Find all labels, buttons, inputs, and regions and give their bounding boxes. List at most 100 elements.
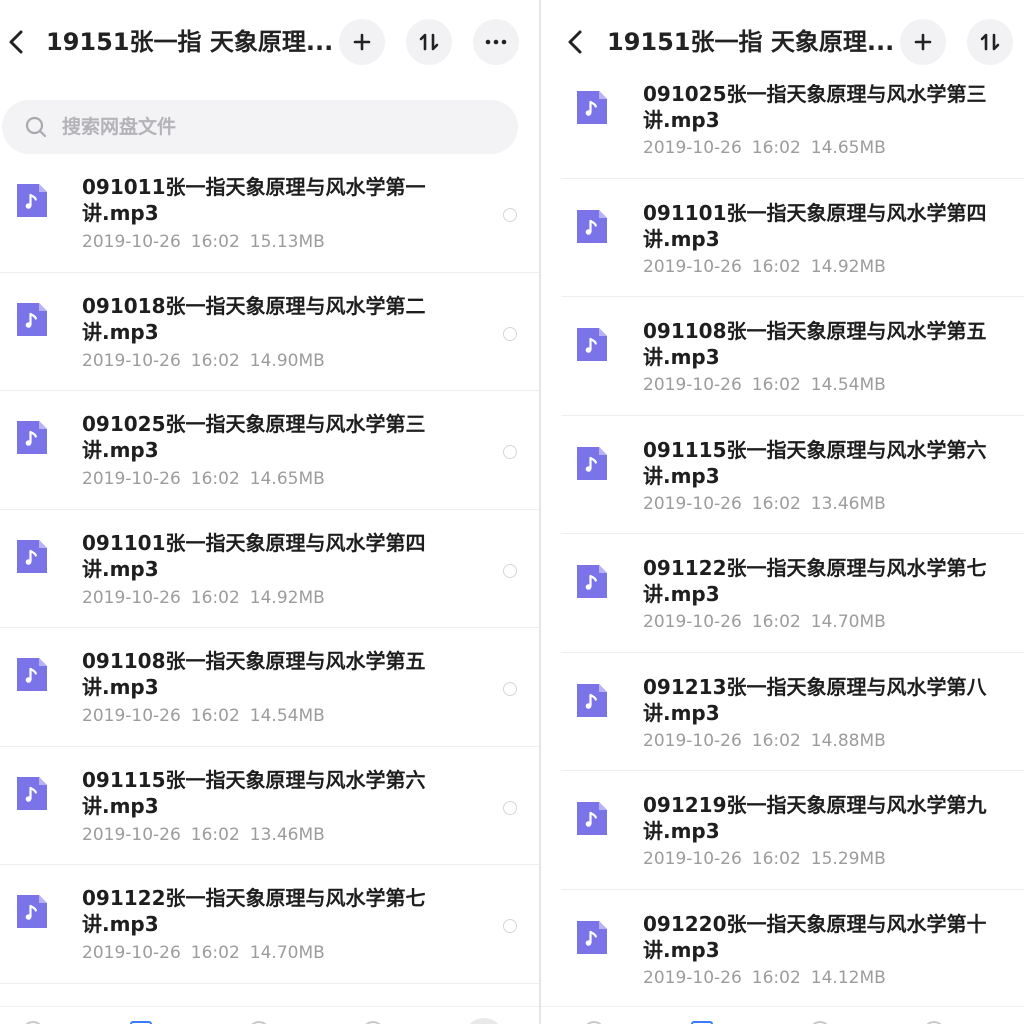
top-bar: 19151张一指 天象原理...: [541, 0, 1024, 84]
file-size: 13.46MB: [249, 824, 325, 845]
file-row[interactable]: 091101张一指天象原理与风水学第四讲.mp3 2019-10-26 16:02 1…: [561, 179, 1024, 297]
add-button[interactable]: [339, 19, 385, 65]
file-time: 16:02: [751, 138, 801, 158]
file-time: 16:02: [751, 730, 801, 751]
file-row[interactable]: 091101张一指天象原理与风水学第四讲.mp3 2019-10-26 16:02 1…: [0, 510, 539, 628]
file-size: 14.12MB: [810, 967, 886, 988]
file-date: 2019-10-26: [643, 730, 742, 751]
audio-file-icon: [577, 920, 607, 954]
plus-icon: [914, 33, 932, 51]
page-title: 19151张一指 天象原理...: [607, 28, 895, 56]
file-date: 2019-10-26: [82, 943, 181, 963]
audio-file-icon: [577, 446, 607, 480]
file-row[interactable]: 091108张一指天象原理与风水学第五讲.mp3 2019-10-26 16:02 1…: [0, 628, 539, 747]
chevron-left-icon[interactable]: [2, 24, 34, 60]
file-name: 091219张一指天象原理与风水学第九讲.mp3: [643, 793, 987, 843]
file-meta: 2019-10-26 16:02 14.54MB: [82, 706, 325, 726]
file-date: 2019-10-26: [643, 138, 742, 158]
file-meta: 2019-10-26 16:02 13.46MB: [643, 494, 886, 514]
select-radio[interactable]: [503, 800, 517, 815]
file-list: 091025张一指天象原理与风水学第三讲.mp3 2019-10-26 16:02 1…: [561, 60, 1024, 1008]
file-row[interactable]: 091122张一指天象原理与风水学第七讲.mp3 2019-10-26 16:02 1…: [0, 865, 539, 984]
file-list: 091011张一指天象原理与风水学第一讲.mp3 2019-10-26 16:02 1…: [0, 154, 539, 984]
file-row[interactable]: 091108张一指天象原理与风水学第五讲.mp3 2019-10-26 16:02 1…: [561, 297, 1024, 416]
left-screen: 091011张一指天象原理与风水学第一讲.mp3 2019-10-26 16:02 1…: [0, 0, 540, 1024]
sort-button[interactable]: [967, 19, 1013, 65]
file-time: 16:02: [751, 967, 801, 988]
file-name: 091025张一指天象原理与风水学第三讲.mp3: [82, 412, 426, 462]
audio-file-icon: [17, 776, 47, 810]
file-size: 14.65MB: [249, 469, 325, 489]
file-time: 16:02: [190, 824, 240, 845]
sort-icon: [419, 33, 439, 51]
file-meta: 2019-10-26 16:02 14.90MB: [82, 351, 325, 371]
select-radio[interactable]: [503, 326, 517, 341]
file-size: 15.29MB: [810, 849, 886, 869]
file-meta: 2019-10-26 16:02 13.46MB: [82, 825, 325, 845]
file-row[interactable]: 091220张一指天象原理与风水学第十讲.mp3 2019-10-26 16:02 1…: [561, 890, 1024, 1008]
audio-file-icon: [577, 328, 607, 361]
audio-file-icon: [17, 895, 47, 928]
file-name: 091108张一指天象原理与风水学第五讲.mp3: [643, 319, 987, 369]
select-radio[interactable]: [503, 208, 517, 222]
file-date: 2019-10-26: [82, 350, 181, 371]
top-bar: 19151张一指 天象原理...: [0, 0, 539, 84]
file-meta: 2019-10-26 16:02 14.54MB: [643, 375, 886, 395]
file-meta: 2019-10-26 16:02 15.29MB: [643, 849, 886, 869]
file-date: 2019-10-26: [82, 706, 181, 726]
file-row[interactable]: 091011张一指天象原理与风水学第一讲.mp3 2019-10-26 16:02 1…: [0, 154, 539, 273]
file-size: 14.92MB: [249, 587, 325, 608]
file-meta: 2019-10-26 16:02 14.12MB: [643, 968, 886, 988]
more-button[interactable]: [473, 19, 519, 65]
file-date: 2019-10-26: [82, 824, 181, 845]
file-time: 16:02: [190, 587, 240, 608]
file-row[interactable]: 091122张一指天象原理与风水学第七讲.mp3 2019-10-26 16:02 1…: [561, 534, 1024, 653]
file-name: 091115张一指天象原理与风水学第六讲.mp3: [643, 437, 987, 488]
file-time: 16:02: [751, 256, 801, 277]
select-radio[interactable]: [503, 445, 517, 459]
file-date: 2019-10-26: [643, 375, 742, 395]
select-radio[interactable]: [503, 919, 517, 933]
audio-file-icon: [577, 565, 607, 598]
add-button[interactable]: [900, 19, 946, 65]
avatar[interactable]: [464, 1018, 504, 1024]
file-meta: 2019-10-26 16:02 14.65MB: [82, 469, 325, 489]
file-name: 091011张一指天象原理与风水学第一讲.mp3: [82, 175, 426, 225]
file-row[interactable]: 091115张一指天象原理与风水学第六讲.mp3 2019-10-26 16:02 1…: [561, 416, 1024, 534]
chevron-left-icon[interactable]: [561, 24, 593, 60]
file-date: 2019-10-26: [82, 232, 181, 252]
file-meta: 2019-10-26 16:02 15.13MB: [82, 232, 325, 252]
bottom-tab-bar: [541, 1006, 1024, 1024]
file-time: 16:02: [190, 232, 240, 252]
file-row[interactable]: 091018张一指天象原理与风水学第二讲.mp3 2019-10-26 16:02 1…: [0, 273, 539, 391]
file-name: 091213张一指天象原理与风水学第八讲.mp3: [643, 674, 987, 725]
file-meta: 2019-10-26 16:02 14.92MB: [643, 257, 886, 277]
search-input[interactable]: [62, 116, 462, 138]
file-time: 16:02: [190, 706, 240, 726]
search-bar[interactable]: [2, 100, 518, 154]
file-row[interactable]: 091025张一指天象原理与风水学第三讲.mp3 2019-10-26 16:02 1…: [0, 391, 539, 510]
audio-file-icon: [17, 184, 47, 217]
file-meta: 2019-10-26 16:02 14.70MB: [643, 612, 886, 632]
search-icon: [25, 116, 47, 138]
file-row[interactable]: 091115张一指天象原理与风水学第六讲.mp3 2019-10-26 16:02 1…: [0, 747, 539, 865]
file-time: 16:02: [190, 469, 240, 489]
audio-file-icon: [17, 421, 47, 454]
file-size: 14.54MB: [810, 375, 886, 395]
file-name: 091108张一指天象原理与风水学第五讲.mp3: [82, 649, 426, 699]
select-radio[interactable]: [503, 563, 517, 578]
file-row[interactable]: 091219张一指天象原理与风水学第九讲.mp3 2019-10-26 16:02 1…: [561, 771, 1024, 890]
file-date: 2019-10-26: [643, 849, 742, 869]
audio-file-icon: [17, 658, 47, 691]
audio-file-icon: [577, 209, 607, 243]
file-name: 091122张一指天象原理与风水学第七讲.mp3: [643, 556, 987, 606]
page-title: 19151张一指 天象原理...: [46, 28, 334, 56]
file-date: 2019-10-26: [643, 612, 742, 632]
sort-button[interactable]: [406, 19, 452, 65]
file-row[interactable]: 091213张一指天象原理与风水学第八讲.mp3 2019-10-26 16:02 1…: [561, 653, 1024, 771]
bottom-tab-bar: [0, 1006, 539, 1024]
file-date: 2019-10-26: [82, 587, 181, 608]
file-name: 091115张一指天象原理与风水学第六讲.mp3: [82, 767, 426, 818]
file-time: 16:02: [190, 350, 240, 371]
select-radio[interactable]: [503, 682, 517, 696]
